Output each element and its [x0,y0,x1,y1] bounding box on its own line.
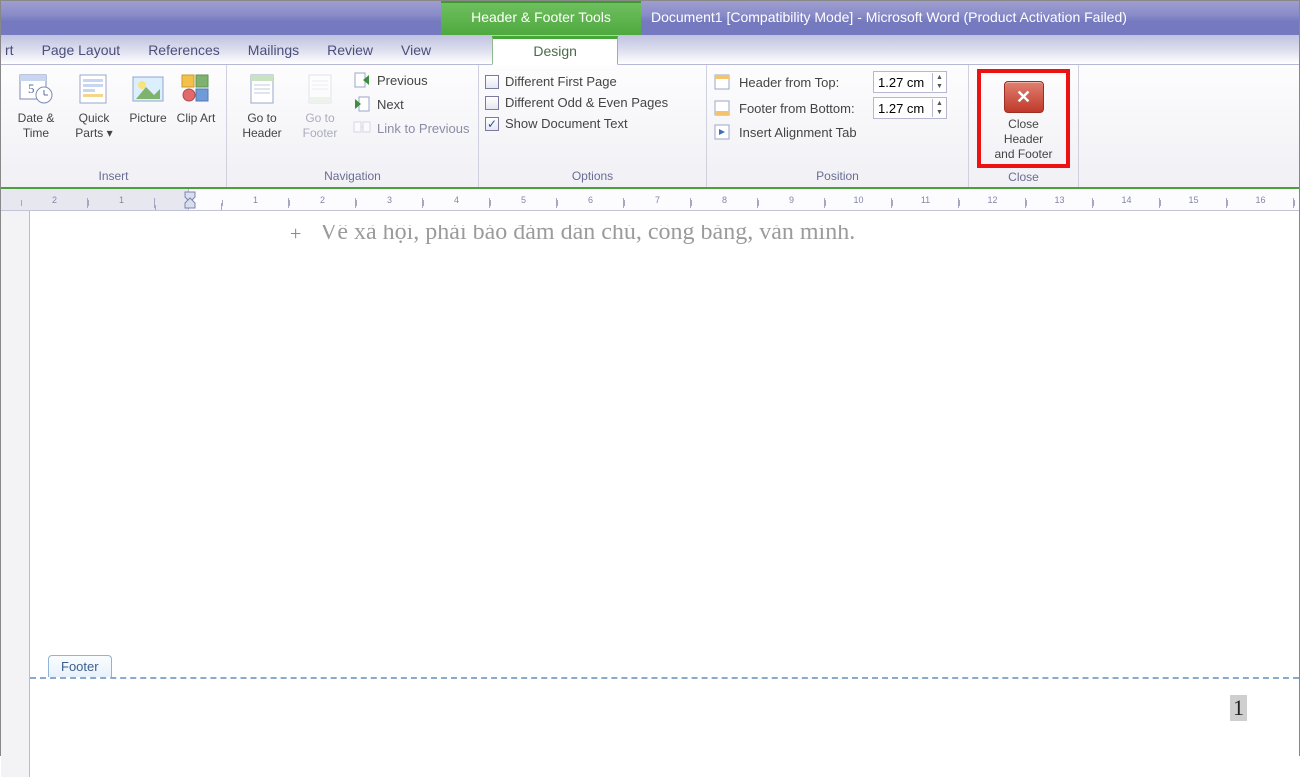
header-top-icon [713,73,733,91]
goto-footer-label: Go to Footer [293,111,347,141]
footer-from-bottom-input[interactable] [874,99,932,118]
picture-button[interactable]: Picture [123,69,173,126]
tab-mailings[interactable]: Mailings [234,36,313,64]
date-time-label: Date & Time [9,111,63,141]
indent-marker-icon[interactable] [184,190,194,210]
tab-design[interactable]: Design [492,36,618,65]
checkbox-icon [485,96,499,110]
link-previous-button: Link to Previous [353,119,470,137]
different-first-page-checkbox[interactable]: Different First Page [485,71,617,92]
next-icon [353,95,371,113]
quick-parts-button[interactable]: Quick Parts ▾ [65,69,123,141]
page-number-field[interactable]: 1 [1230,695,1247,721]
previous-label: Previous [377,73,428,88]
close-icon: ✕ [1004,81,1044,113]
close-header-footer-highlight: ✕ Close Header and Footer [977,69,1070,168]
goto-footer-button: Go to Footer [291,69,349,141]
calendar-clock-icon: 5 [18,71,54,107]
svg-text:5: 5 [28,81,35,96]
picture-icon [130,71,166,107]
quick-parts-label: Quick Parts ▾ [67,111,121,141]
previous-button[interactable]: Previous [353,71,470,89]
goto-footer-icon [302,71,338,107]
header-from-top-input[interactable] [874,73,932,92]
contextual-tab-header-footer: Header & Footer Tools [441,1,641,35]
footer-bottom-icon [713,99,733,117]
tab-references[interactable]: References [134,36,234,64]
insert-alignment-tab-label: Insert Alignment Tab [739,125,857,140]
spinner-down-icon[interactable]: ▼ [933,82,946,91]
group-label-options: Options [479,167,706,187]
clip-art-icon [178,71,214,107]
next-button[interactable]: Next [353,95,470,113]
group-label-navigation: Navigation [227,167,478,187]
insert-alignment-tab-button[interactable]: Insert Alignment Tab [713,121,857,143]
different-first-page-label: Different First Page [505,74,617,89]
header-from-top-label: Header from Top: [739,75,865,90]
spinner-up-icon[interactable]: ▲ [933,99,946,108]
footer-from-bottom-label: Footer from Bottom: [739,101,865,116]
document-page[interactable]: + Về xã hội, phải bảo đảm dân chủ, công … [29,211,1299,777]
previous-icon [353,71,371,89]
spinner-up-icon[interactable]: ▲ [933,73,946,82]
clip-art-label: Clip Art [177,111,216,126]
header-from-top-spinner[interactable]: ▲▼ [873,71,947,93]
goto-header-label: Go to Header [235,111,289,141]
different-odd-even-checkbox[interactable]: Different Odd & Even Pages [485,92,668,113]
document-area: + Về xã hội, phải bảo đảm dân chủ, công … [1,211,1299,777]
link-previous-icon [353,119,371,137]
next-label: Next [377,97,404,112]
window-title: Document1 [Compatibility Mode] - Microso… [641,1,1299,35]
footer-from-bottom-spinner[interactable]: ▲▼ [873,97,947,119]
dropdown-caret-icon: ▾ [107,126,113,140]
date-time-button[interactable]: 5 Date & Time [7,69,65,141]
tab-page-layout[interactable]: Page Layout [28,36,135,64]
ribbon-tabs: rt Page Layout References Mailings Revie… [1,35,1299,65]
checkbox-icon [485,75,499,89]
link-previous-label: Link to Previous [377,121,470,136]
picture-label: Picture [129,111,166,126]
footer-tab[interactable]: Footer [48,655,112,677]
group-label-position: Position [707,167,968,187]
clip-art-button[interactable]: Clip Art [173,69,219,126]
tab-review[interactable]: Review [313,36,387,64]
show-document-text-label: Show Document Text [505,116,628,131]
title-bar: Header & Footer Tools Document1 [Compati… [1,1,1299,35]
goto-header-button[interactable]: Go to Header [233,69,291,141]
close-header-footer-label1: Close Header [989,117,1058,147]
close-header-footer-button[interactable]: ✕ Close Header and Footer [987,75,1060,162]
show-document-text-checkbox[interactable]: Show Document Text [485,113,628,134]
tab-insert-cut[interactable]: rt [1,36,28,64]
alignment-tab-icon [713,123,733,141]
group-label-close: Close [969,168,1078,188]
quick-parts-icon [76,71,112,107]
footer-boundary-line [30,677,1299,679]
bullet-plus-icon: + [290,223,301,246]
ribbon: 5 Date & Time Quick Parts ▾ Picture [1,65,1299,189]
group-label-insert: Insert [1,167,226,187]
checkbox-checked-icon [485,117,499,131]
goto-header-icon [244,71,280,107]
tab-view[interactable]: View [387,36,445,64]
spinner-down-icon[interactable]: ▼ [933,108,946,117]
different-odd-even-label: Different Odd & Even Pages [505,95,668,110]
horizontal-ruler[interactable]: 211234567891011121314151617 [1,189,1299,211]
close-header-footer-label2: and Footer [994,147,1052,162]
